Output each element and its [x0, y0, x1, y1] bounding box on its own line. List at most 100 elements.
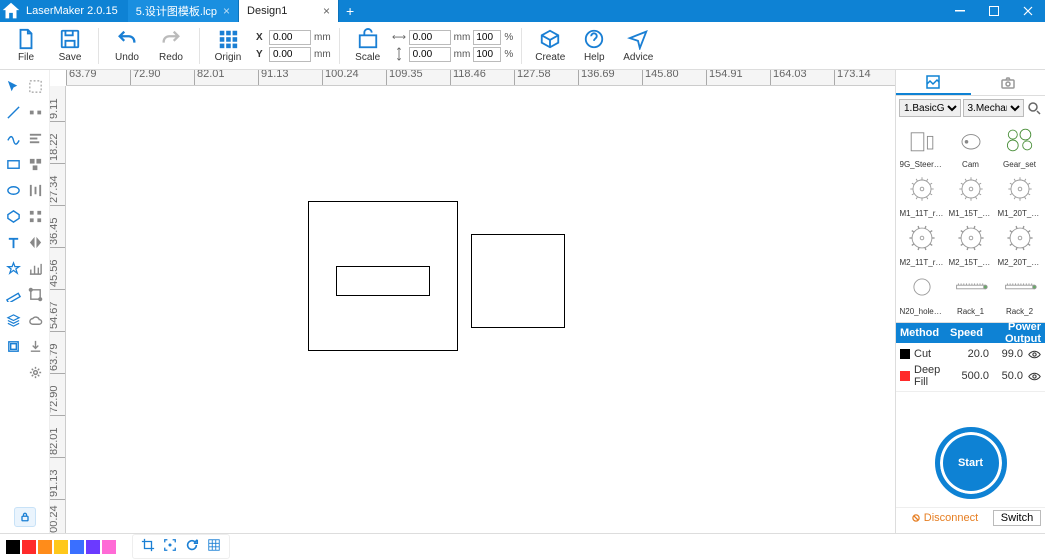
palette-color[interactable]	[54, 540, 68, 554]
ellipse-tool[interactable]	[4, 178, 24, 202]
switch-button[interactable]: Switch	[993, 510, 1041, 526]
start-button[interactable]: Start	[935, 427, 1007, 499]
rectangle-shape[interactable]	[471, 234, 565, 328]
group-tool[interactable]	[26, 152, 46, 176]
node-tool[interactable]	[26, 100, 46, 124]
transform-tool[interactable]	[26, 282, 46, 306]
palette-color[interactable]	[6, 540, 20, 554]
lock-toggle[interactable]	[4, 505, 45, 529]
mirror-tool[interactable]	[26, 230, 46, 254]
thumbnail	[951, 220, 991, 256]
category1-select[interactable]: 1.BasicGra	[899, 99, 961, 117]
library-item[interactable]: M2_20T_rou...	[996, 220, 1043, 267]
advice-button[interactable]: Advice	[618, 23, 658, 69]
close-button[interactable]	[1011, 0, 1045, 22]
palette-color[interactable]	[102, 540, 116, 554]
method-row[interactable]: Deep Fill500.050.0	[896, 365, 1045, 387]
close-icon[interactable]: ×	[223, 4, 230, 18]
artboard-tool[interactable]	[4, 334, 24, 358]
dimension-inputs: mm % mm %	[392, 30, 514, 62]
add-tab-button[interactable]: +	[339, 3, 361, 19]
library-item[interactable]: Rack_2	[996, 269, 1043, 316]
align-tool[interactable]	[26, 126, 46, 150]
library-item[interactable]: M1_20T_rou...	[996, 171, 1043, 218]
rect-tool[interactable]	[4, 152, 24, 176]
palette-color[interactable]	[38, 540, 52, 554]
scale-button[interactable]: Scale	[348, 23, 388, 69]
palette-color[interactable]	[86, 540, 100, 554]
marquee-tool[interactable]	[26, 74, 46, 98]
canvas[interactable]	[66, 86, 895, 533]
settings-tool[interactable]	[26, 360, 46, 384]
chart-tool[interactable]	[26, 256, 46, 280]
item-label: Rack_1	[957, 307, 984, 316]
distribute-tool[interactable]	[26, 178, 46, 202]
curve-tool[interactable]	[4, 126, 24, 150]
camera-tab[interactable]	[971, 70, 1045, 95]
library-item[interactable]: Cam	[947, 122, 994, 169]
file-button[interactable]: File	[6, 23, 46, 69]
library-item[interactable]: 9G_Steering...	[898, 122, 945, 169]
crop-icon[interactable]	[141, 538, 155, 555]
select-tool[interactable]	[4, 74, 24, 98]
tab-template[interactable]: 5.设计图模板.lcp ×	[128, 0, 239, 22]
library-item[interactable]: M2_15T_rou...	[947, 220, 994, 267]
category2-select[interactable]: 3.Mechanica	[963, 99, 1025, 117]
width-pct-input[interactable]	[473, 30, 501, 45]
item-label: Gear_set	[1003, 160, 1036, 169]
line-tool[interactable]	[4, 100, 24, 124]
library-tab[interactable]	[896, 70, 971, 95]
library-item[interactable]: N20_hole_p...	[898, 269, 945, 316]
item-label: M1_15T_rou...	[949, 209, 993, 218]
home-icon[interactable]	[0, 0, 22, 22]
grid-icon[interactable]	[207, 538, 221, 555]
help-button[interactable]: Help	[574, 23, 614, 69]
thumbnail	[902, 220, 942, 256]
y-input[interactable]	[269, 47, 311, 62]
minimize-button[interactable]	[943, 0, 977, 22]
connection-status[interactable]: Disconnect	[896, 512, 993, 524]
thumbnail	[951, 122, 991, 158]
thumbnail	[1000, 269, 1040, 305]
cloud-tool[interactable]	[26, 308, 46, 332]
measure-tool[interactable]	[4, 282, 24, 306]
height-input[interactable]	[409, 47, 451, 62]
focus-icon[interactable]	[163, 538, 177, 555]
library-item[interactable]: Rack_1	[947, 269, 994, 316]
canvas-area: 63.7972.9082.0191.13100.24109.35118.4612…	[50, 70, 895, 533]
x-input[interactable]	[269, 30, 311, 45]
star-tool[interactable]	[4, 256, 24, 280]
maximize-button[interactable]	[977, 0, 1011, 22]
method-row[interactable]: Cut20.099.0	[896, 343, 1045, 365]
palette-color[interactable]	[70, 540, 84, 554]
undo-button[interactable]: Undo	[107, 23, 147, 69]
right-panel: 1.BasicGra 3.Mechanica 9G_Steering...Cam…	[895, 70, 1045, 533]
text-tool[interactable]	[4, 230, 24, 254]
save-button[interactable]: Save	[50, 23, 90, 69]
export-tool[interactable]	[26, 334, 46, 358]
origin-button[interactable]: Origin	[208, 23, 248, 69]
thumbnail	[902, 171, 942, 207]
thumbnail	[1000, 171, 1040, 207]
visibility-icon[interactable]	[1027, 370, 1041, 383]
rectangle-shape[interactable]	[336, 266, 430, 296]
redo-button[interactable]: Redo	[151, 23, 191, 69]
library-item[interactable]: M1_11T_rou...	[898, 171, 945, 218]
refresh-icon[interactable]	[185, 538, 199, 555]
create-button[interactable]: Create	[530, 23, 570, 69]
layers-tool[interactable]	[4, 308, 24, 332]
library-item[interactable]: M2_11T_rou...	[898, 220, 945, 267]
close-icon[interactable]: ×	[323, 4, 330, 18]
palette-color[interactable]	[22, 540, 36, 554]
search-icon[interactable]	[1026, 100, 1042, 116]
method-panel: Method Speed Power Output Cut20.099.0Dee…	[896, 322, 1045, 387]
tab-design1[interactable]: Design1 ×	[239, 0, 339, 22]
library-item[interactable]: Gear_set	[996, 122, 1043, 169]
polygon-tool[interactable]	[4, 204, 24, 228]
height-pct-input[interactable]	[473, 47, 501, 62]
library-item[interactable]: M1_15T_rou...	[947, 171, 994, 218]
visibility-icon[interactable]	[1027, 348, 1041, 361]
width-input[interactable]	[409, 30, 451, 45]
tool-palette	[0, 70, 50, 533]
array-tool[interactable]	[26, 204, 46, 228]
